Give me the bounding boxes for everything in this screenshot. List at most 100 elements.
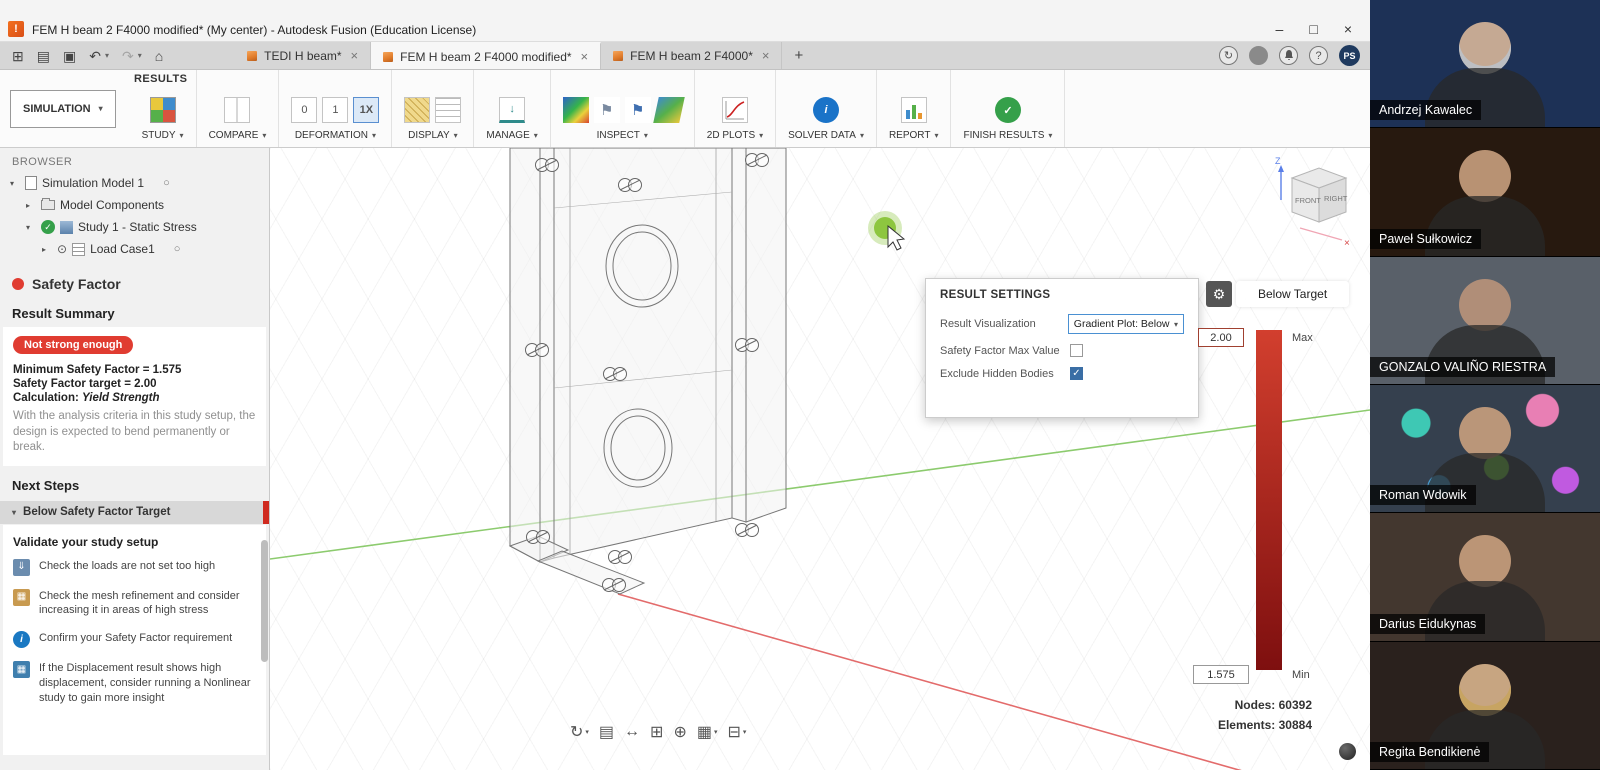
- save-icon[interactable]: ▣: [63, 49, 76, 63]
- tree-item-simulation-model[interactable]: ▾ Simulation Model 1 ○: [0, 172, 269, 194]
- tab-close-icon[interactable]: ×: [760, 48, 770, 63]
- legend-settings-gear-icon[interactable]: ⚙: [1206, 281, 1232, 307]
- file-menu-icon[interactable]: ▤: [37, 49, 50, 63]
- ribbon-group-inspect: ⚑ ⚑ INSPECT▾: [551, 70, 695, 147]
- participant-tile-1[interactable]: Paweł Sułkowicz: [1370, 128, 1600, 256]
- check-item-loads[interactable]: ⇓ Check the loads are not set too high: [13, 559, 258, 576]
- probe-xyz-icon[interactable]: ⚑: [594, 97, 620, 123]
- compare-menu[interactable]: COMPARE▾: [209, 130, 267, 141]
- deformation-deformed-icon[interactable]: 1: [322, 97, 348, 123]
- window-title: FEM H beam 2 F4000 modified* (My center)…: [32, 23, 1276, 37]
- fusion-doc-icon: [247, 51, 257, 61]
- report-icon[interactable]: [901, 97, 927, 123]
- solver-data-menu[interactable]: SOLVER DATA▾: [788, 130, 864, 141]
- eye-icon[interactable]: ⊙: [57, 242, 67, 256]
- participant-name: Roman Wdowik: [1370, 485, 1476, 505]
- tab-fem-h-beam-modified[interactable]: FEM H beam 2 F4000 modified* ×: [371, 42, 601, 69]
- new-tab-button[interactable]: +: [782, 42, 815, 69]
- undo-caret-icon[interactable]: ▾: [105, 51, 109, 60]
- participant-tile-3[interactable]: Roman Wdowik: [1370, 385, 1600, 513]
- surface-probe-icon[interactable]: [653, 97, 685, 123]
- visibility-radio-icon[interactable]: ○: [163, 177, 170, 189]
- gradient-result-icon[interactable]: [563, 97, 589, 123]
- tab-close-icon[interactable]: ×: [579, 49, 589, 64]
- participant-tile-2[interactable]: GONZALO VALIÑO RIESTRA: [1370, 257, 1600, 385]
- check-item-nonlinear[interactable]: ▦ If the Displacement result shows high …: [13, 661, 258, 706]
- mesh-icon: ▦: [13, 589, 30, 606]
- view-cube[interactable]: Z FRONT RIGHT ×: [1272, 154, 1367, 254]
- viewport-3d[interactable]: Z FRONT RIGHT × RESULT SETTINGS Result V…: [270, 148, 1370, 770]
- visualization-dropdown[interactable]: Gradient Plot: Below ▾: [1068, 314, 1184, 334]
- report-menu[interactable]: REPORT▾: [889, 130, 939, 141]
- extensions-icon[interactable]: [1249, 46, 1268, 65]
- grid-layout-icon[interactable]: ⊟▾: [728, 722, 747, 742]
- legend-min-value[interactable]: 1.575: [1193, 665, 1249, 684]
- tab-fem-h-beam[interactable]: FEM H beam 2 F4000* ×: [601, 42, 782, 69]
- load-case-icon: [72, 243, 85, 256]
- deformation-actual-icon[interactable]: 0: [291, 97, 317, 123]
- manage-menu[interactable]: MANAGE▾: [486, 130, 537, 141]
- participant-tile-5[interactable]: Regita Bendikienė: [1370, 642, 1600, 770]
- job-status-icon[interactable]: ↻: [1219, 46, 1238, 65]
- notifications-bell-icon[interactable]: [1279, 46, 1298, 65]
- home-icon[interactable]: ⌂: [155, 49, 163, 63]
- validate-heading: Validate your study setup: [13, 535, 258, 549]
- tab-tedi-h-beam[interactable]: TEDI H beam* ×: [235, 42, 371, 69]
- next-step-below-target[interactable]: ▾ Below Safety Factor Target: [0, 501, 269, 524]
- tree-item-model-components[interactable]: ▸ Model Components: [0, 194, 269, 216]
- solver-data-info-icon[interactable]: i: [813, 97, 839, 123]
- display-settings-icon[interactable]: ▦▾: [697, 722, 718, 742]
- workspace-selector[interactable]: SIMULATION▾: [10, 90, 116, 128]
- check-item-requirement[interactable]: i Confirm your Safety Factor requirement: [13, 631, 258, 648]
- inspect-menu[interactable]: INSPECT▾: [597, 130, 648, 141]
- chevron-down-icon: ▾: [99, 104, 103, 113]
- 2d-plot-icon[interactable]: [722, 97, 748, 123]
- study-icon[interactable]: [150, 97, 176, 123]
- panel-scrollbar[interactable]: [261, 540, 268, 662]
- visibility-radio-icon[interactable]: ○: [174, 243, 181, 255]
- tree-item-load-case1[interactable]: ▸ ⊙ Load Case1 ○: [0, 238, 269, 260]
- legend-max-value[interactable]: 2.00: [1198, 328, 1244, 347]
- minimize-button[interactable]: –: [1276, 21, 1284, 37]
- orbit-icon[interactable]: ↻▾: [570, 722, 589, 742]
- chevron-down-icon: ▾: [10, 179, 20, 188]
- calculation-line: Calculation: Yield Strength: [13, 392, 256, 404]
- probe-flag-icon[interactable]: ⚑: [625, 97, 651, 123]
- close-button[interactable]: ×: [1344, 21, 1352, 37]
- finish-results-menu[interactable]: FINISH RESULTS▾: [963, 130, 1052, 141]
- pan-icon[interactable]: ↔: [624, 723, 640, 741]
- zoom-icon[interactable]: ⊕: [673, 722, 686, 742]
- chevron-right-icon: ▸: [26, 201, 36, 210]
- deformation-scale-icon[interactable]: 1X: [353, 97, 379, 123]
- redo-icon[interactable]: ↷: [122, 49, 134, 63]
- max-value-label: Safety Factor Max Value: [940, 345, 1070, 357]
- compare-icon[interactable]: [224, 97, 250, 123]
- undo-icon[interactable]: ↶: [89, 49, 101, 63]
- display-menu[interactable]: DISPLAY▾: [408, 130, 458, 141]
- participant-tile-0[interactable]: Andrzej Kawalec: [1370, 0, 1600, 128]
- wireframe-display-icon[interactable]: [435, 97, 461, 123]
- app-grid-icon[interactable]: ⊞: [12, 49, 24, 63]
- participant-tile-4[interactable]: Darius Eidukynas: [1370, 513, 1600, 641]
- navigation-toolbar: ↻▾ ▤ ↔ ⊞ ⊕ ▦▾ ⊟▾: [570, 722, 746, 742]
- deformation-menu[interactable]: DEFORMATION▾: [295, 130, 376, 141]
- tree-item-study-static-stress[interactable]: ▾ ✓ Study 1 - Static Stress: [0, 216, 269, 238]
- mesh-display-icon[interactable]: [404, 97, 430, 123]
- redo-caret-icon[interactable]: ▾: [138, 51, 142, 60]
- legend-color-bar[interactable]: [1256, 330, 1282, 670]
- look-at-icon[interactable]: ▤: [599, 722, 614, 742]
- 2d-plots-menu[interactable]: 2D PLOTS▾: [707, 130, 763, 141]
- check-item-mesh[interactable]: ▦ Check the mesh refinement and consider…: [13, 589, 258, 619]
- status-dot-icon: [12, 278, 24, 290]
- zoom-window-icon[interactable]: ⊞: [650, 722, 663, 742]
- maximize-button[interactable]: □: [1309, 21, 1317, 37]
- study-menu[interactable]: STUDY▾: [142, 130, 184, 141]
- finish-results-check-icon[interactable]: ✓: [995, 97, 1021, 123]
- tab-close-icon[interactable]: ×: [349, 48, 359, 63]
- manage-icon[interactable]: ↓: [499, 97, 525, 123]
- user-avatar[interactable]: PS: [1339, 45, 1360, 66]
- help-icon[interactable]: ?: [1309, 46, 1328, 65]
- globe-icon[interactable]: [1339, 743, 1356, 760]
- safety-factor-max-checkbox[interactable]: [1070, 344, 1083, 357]
- exclude-hidden-bodies-checkbox[interactable]: [1070, 367, 1083, 380]
